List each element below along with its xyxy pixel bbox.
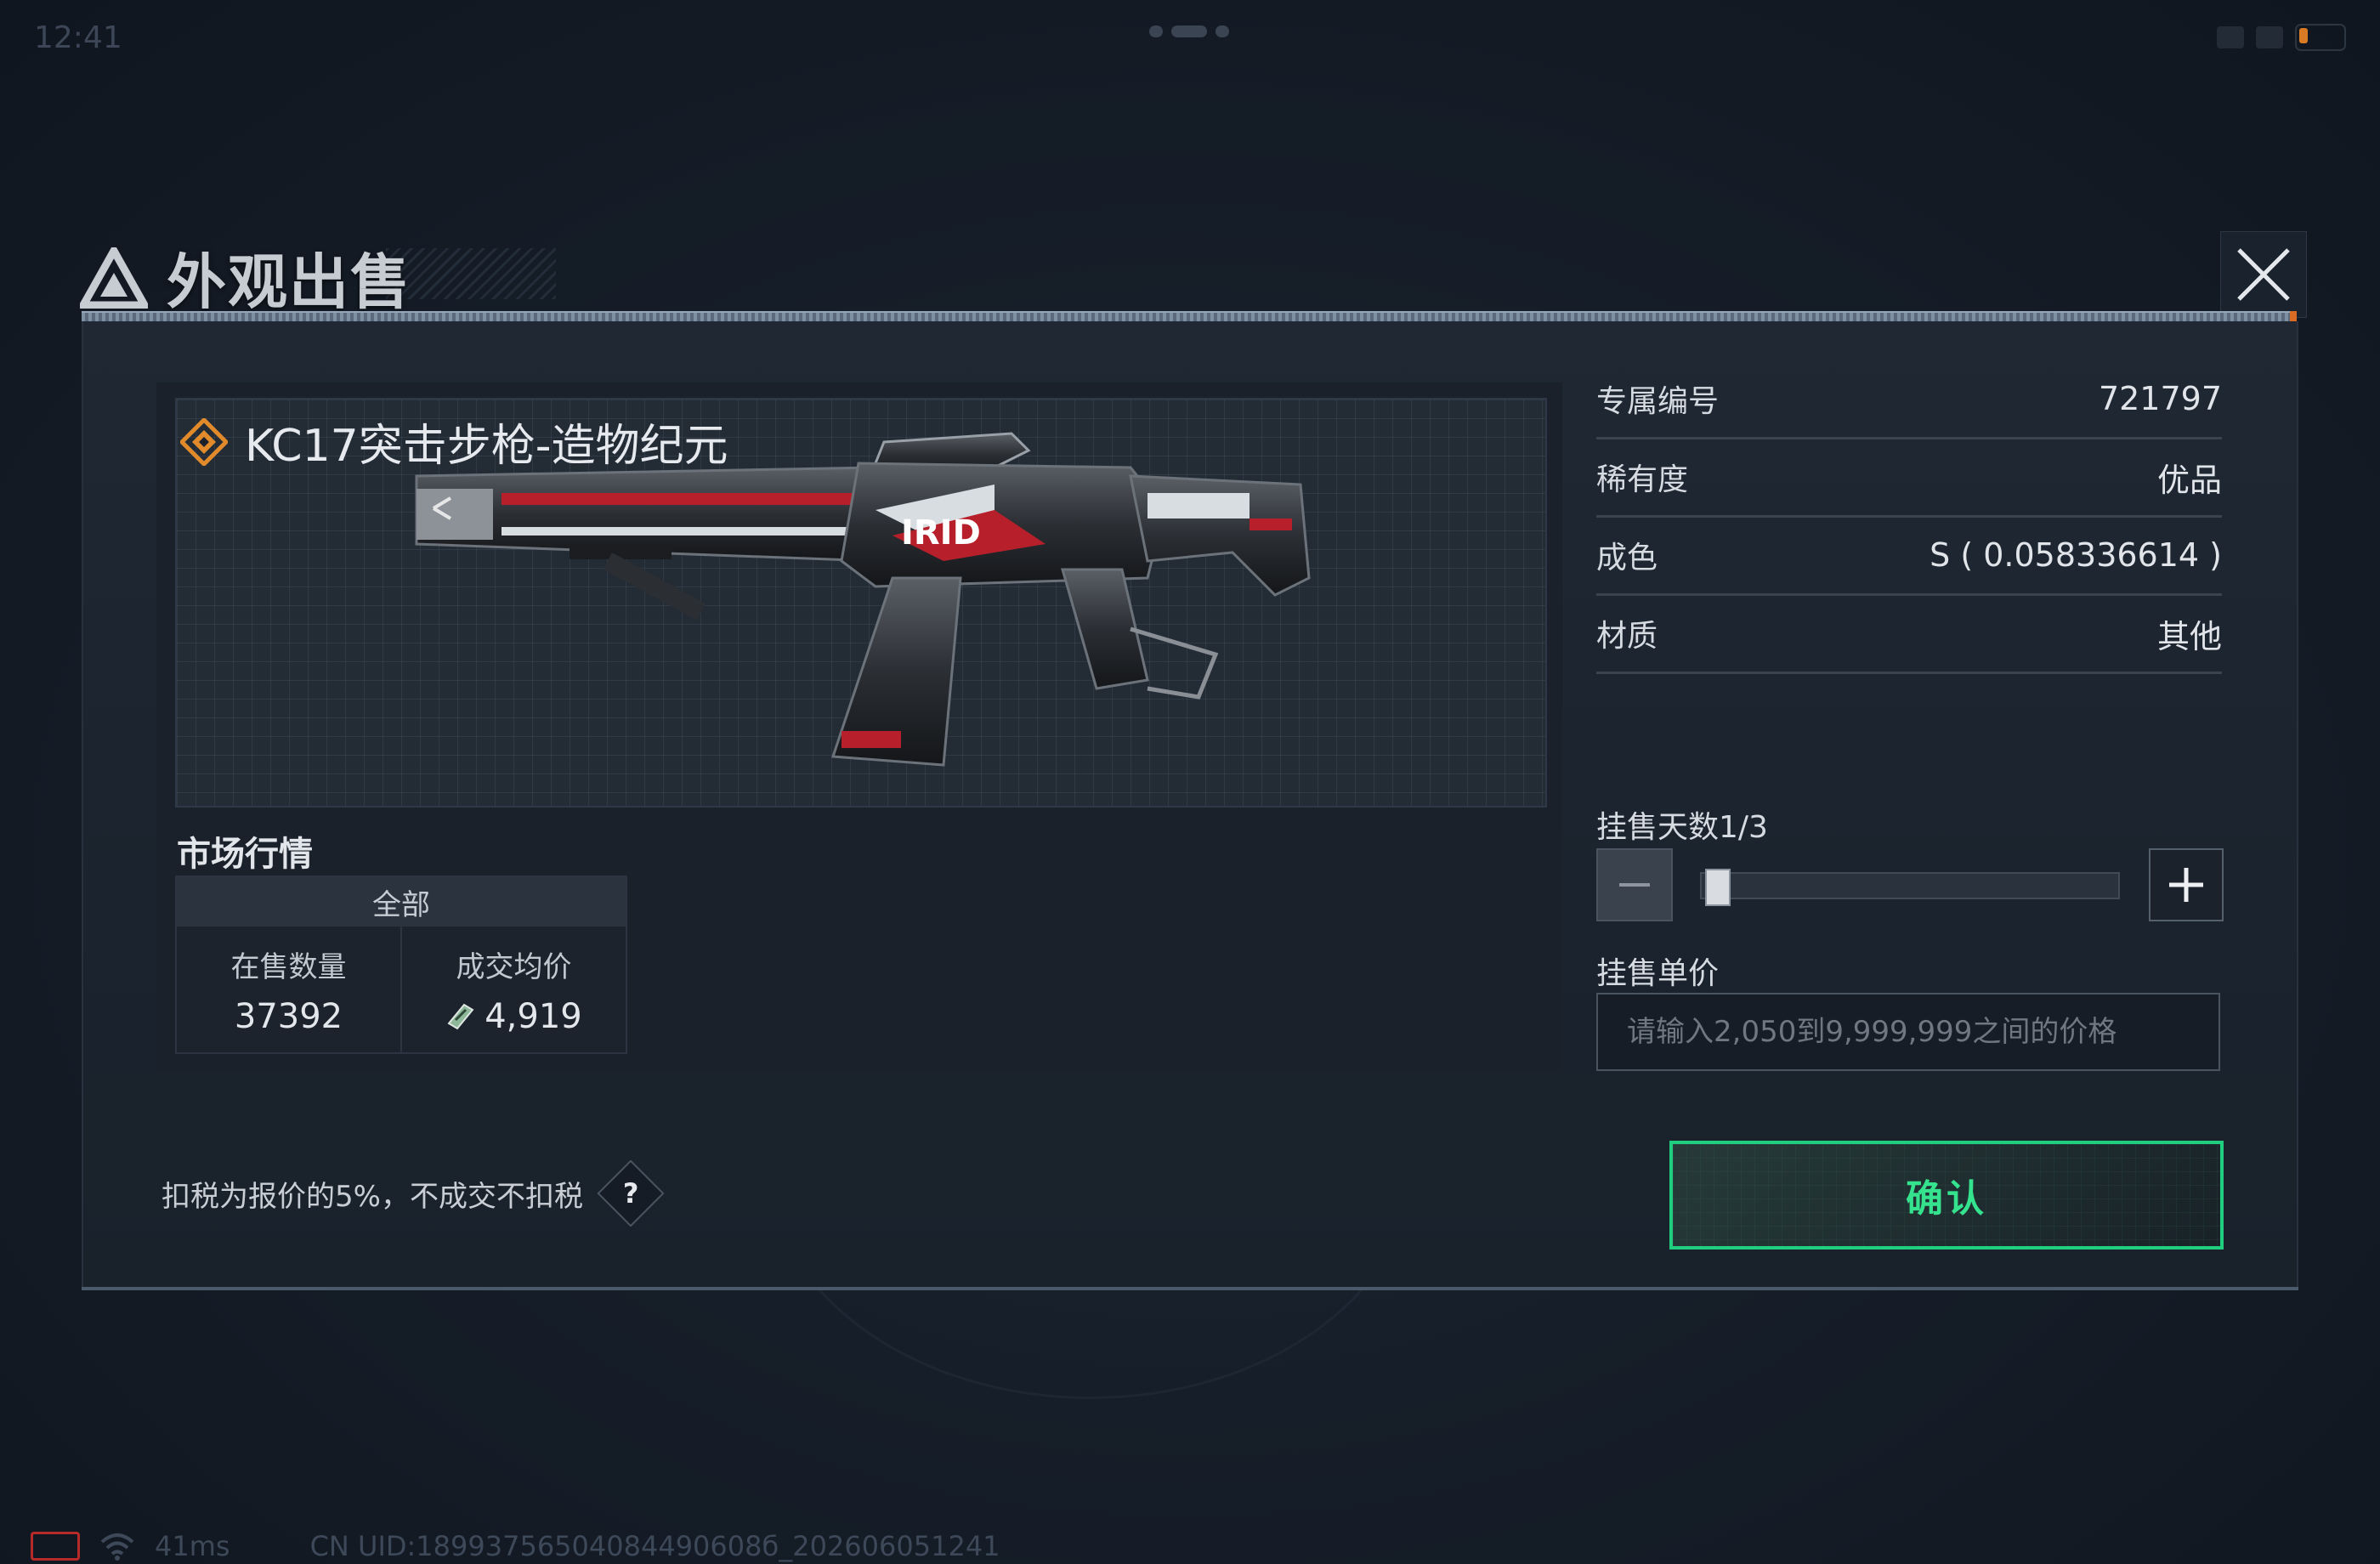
days-decrease-button[interactable] — [1596, 848, 1673, 921]
dialog-header: 外观出售 — [80, 223, 2307, 318]
plus-icon — [2169, 868, 2203, 902]
dot — [1171, 26, 1207, 37]
ping-value: 41ms — [155, 1530, 230, 1562]
on-sale-stat: 在售数量 37392 — [177, 926, 400, 1052]
status-icons — [2217, 24, 2346, 51]
confirm-button[interactable]: 确认 — [1669, 1141, 2224, 1250]
close-icon — [2237, 248, 2290, 301]
property-value: S ( 0.058336614 ) — [1930, 536, 2222, 574]
multitask-indicator[interactable] — [1149, 26, 1229, 37]
battery-icon — [31, 1532, 80, 1561]
tax-note: 扣税为报价的5%，不成交不扣税 ? — [162, 1159, 665, 1227]
on-sale-value: 37392 — [235, 997, 343, 1036]
property-label: 成色 — [1596, 541, 1658, 575]
listing-days-label: 挂售天数1/3 — [1596, 810, 1768, 845]
footer-status: 41ms CN UID:18993756504084490608б_202606… — [31, 1530, 1000, 1562]
market-tab-all[interactable]: 全部 — [177, 877, 626, 926]
market-stats: 在售数量 37392 成交均价 4,919 — [177, 926, 626, 1052]
property-row-wear: 成色 S ( 0.058336614 ) — [1596, 517, 2222, 596]
dot — [1216, 26, 1229, 37]
currency-note-icon — [447, 1003, 474, 1029]
on-sale-label: 在售数量 — [230, 949, 347, 984]
panel-bottom-divider — [82, 1287, 2298, 1290]
property-value: 优品 — [2156, 461, 2222, 499]
svg-text:IRID: IRID — [901, 513, 981, 552]
property-label: 稀有度 — [1596, 462, 1689, 497]
market-table: 全部 在售数量 37392 成交均价 4,919 — [175, 876, 627, 1054]
property-value: 721797 — [2098, 380, 2222, 417]
market-title: 市场行情 — [177, 835, 313, 874]
property-row-material: 材质 其他 — [1596, 595, 2222, 674]
wifi-status-icon — [2256, 26, 2283, 48]
user-uid: CN UID:18993756504084490608б_20260605124… — [309, 1530, 1000, 1562]
wifi-icon — [100, 1533, 134, 1561]
close-button[interactable] — [2220, 231, 2307, 318]
confirm-label: 确认 — [1906, 1177, 1987, 1221]
triangle-logo-icon — [80, 246, 148, 309]
dialog-title: 外观出售 — [167, 247, 411, 317]
item-name: KC17突击步枪-造物纪元 — [245, 421, 728, 472]
item-name-row: KC17突击步枪-造物纪元 — [180, 410, 728, 473]
tax-note-text: 扣税为报价的5%，不成交不扣税 — [162, 1179, 583, 1214]
days-increase-button[interactable] — [2149, 848, 2224, 921]
property-label: 材质 — [1596, 619, 1658, 654]
property-value: 其他 — [2156, 617, 2222, 655]
avg-price-value-group: 4,919 — [445, 997, 582, 1036]
avg-price-value: 4,919 — [484, 996, 582, 1036]
minus-icon — [1619, 883, 1650, 887]
header-divider — [82, 311, 2297, 321]
days-slider-thumb[interactable] — [1705, 869, 1731, 906]
property-row-serial: 专属编号 721797 — [1596, 360, 2222, 439]
status-time: 12:41 — [34, 20, 122, 55]
battery-icon — [2295, 24, 2346, 51]
question-icon: ? — [622, 1177, 639, 1210]
signal-icon — [2217, 26, 2244, 48]
on-sale-count: 37392 — [234, 996, 343, 1036]
header-hatch-decoration — [386, 248, 556, 299]
price-input[interactable] — [1596, 993, 2220, 1071]
dialog-title-group: 外观出售 — [80, 235, 411, 320]
diamond-rarity-icon — [180, 417, 228, 466]
listing-price-label: 挂售单价 — [1596, 956, 1720, 991]
days-slider[interactable] — [1700, 869, 2120, 906]
dot — [1149, 26, 1163, 37]
tax-help-button[interactable]: ? — [597, 1159, 665, 1227]
property-row-rarity: 稀有度 优品 — [1596, 439, 2222, 518]
screen: 12:41 外观出售 KC17突击步枪-造物纪元 IRID 市场行情 全部 在售… — [0, 0, 2380, 1564]
avg-price-label: 成交均价 — [456, 949, 572, 984]
avg-price-stat: 成交均价 4,919 — [400, 926, 626, 1052]
property-label: 专属编号 — [1596, 384, 1720, 419]
